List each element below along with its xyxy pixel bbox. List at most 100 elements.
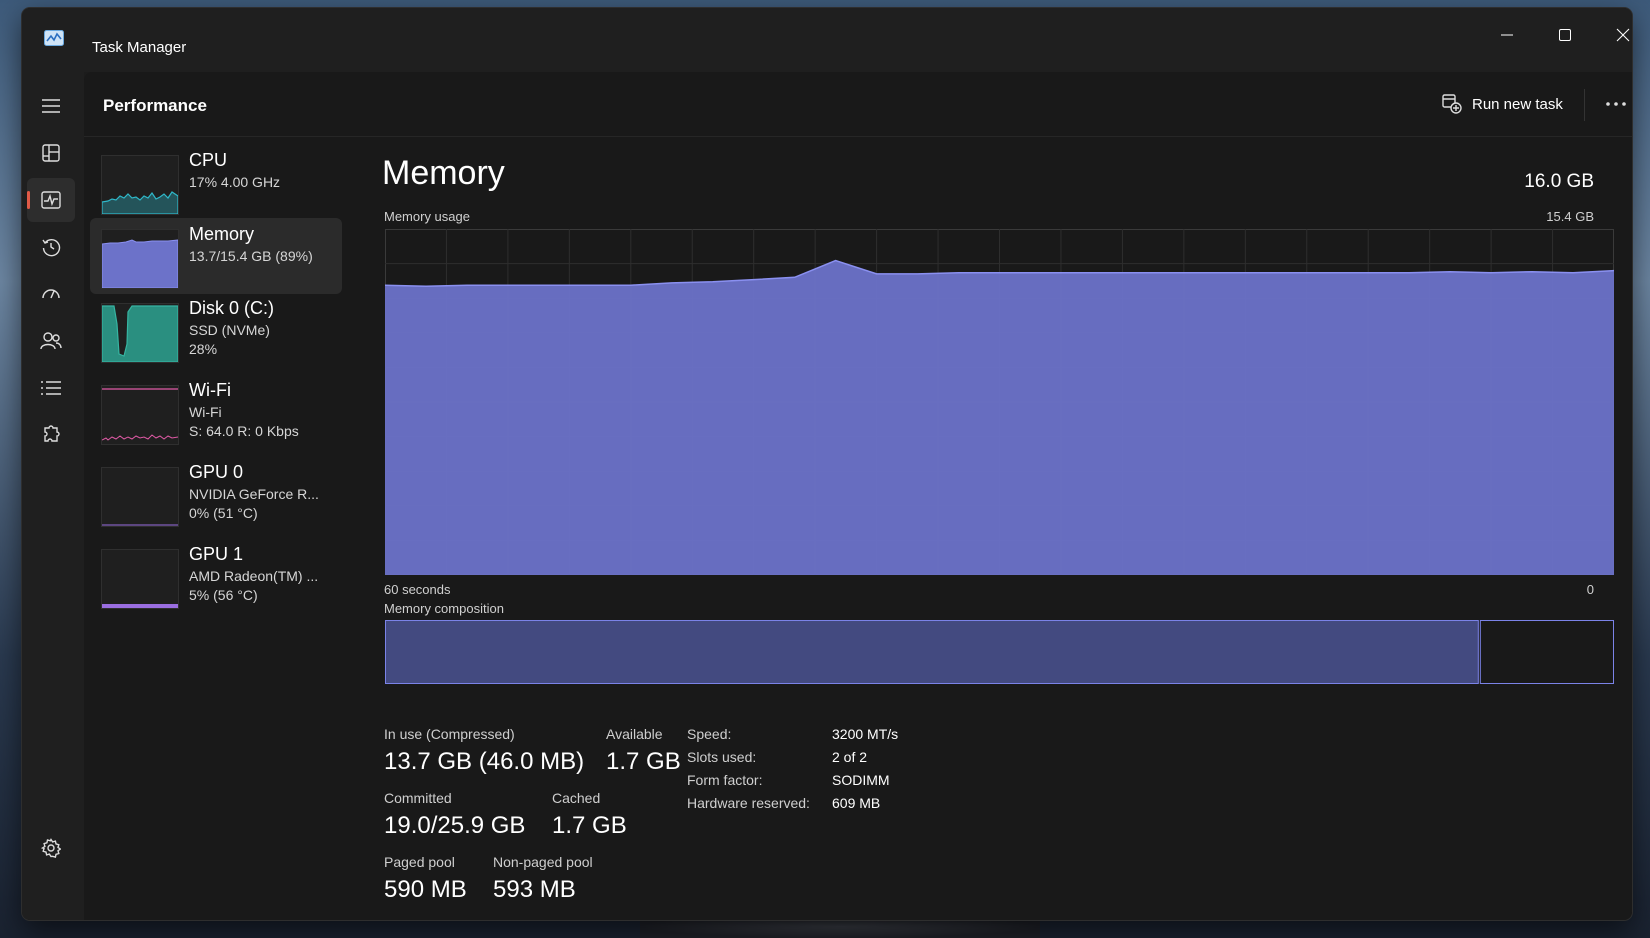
memory-usage-area [385,260,1614,575]
non-paged-pool-value: 593 MB [493,876,576,903]
hamburger-icon [42,99,60,113]
non-paged-pool-label: Non-paged pool [493,854,593,870]
committed-value: 19.0/25.9 GB [384,812,526,839]
composition-available-segment[interactable] [1479,620,1614,684]
memory-usage-label: Memory usage [384,209,470,224]
task-manager-app-icon [44,30,64,46]
cpu-thumbnail [101,155,179,215]
nav-performance-button[interactable] [27,178,75,222]
spec-value: 609 MB [832,795,881,811]
perf-item-disk[interactable]: Disk 0 (C:) SSD (NVMe) 28% [90,292,342,368]
maximize-icon [1559,29,1571,41]
memory-usage-max: 15.4 GB [1546,209,1594,224]
perf-item-detail: NVIDIA GeForce R... [189,486,319,502]
active-nav-indicator [27,191,30,209]
wifi-thumb-graph [102,434,178,441]
perf-item-detail: Wi-Fi [189,404,222,420]
nav-hamburger-button[interactable] [27,84,75,128]
perf-item-name: Disk 0 (C:) [189,298,274,318]
minimize-button[interactable] [1478,8,1536,62]
title-bar[interactable]: Task Manager [22,8,1632,72]
speedometer-icon [42,289,60,299]
maximize-button[interactable] [1536,8,1594,62]
gpu1-thumbnail [101,549,179,609]
perf-item-detail: SSD (NVMe) [189,322,270,338]
memory-heading: Memory [382,154,505,192]
in-use-value: 13.7 GB (46.0 MB) [384,748,585,775]
nav-settings-button[interactable] [27,826,75,870]
wifi-thumbnail [101,385,179,445]
perf-item-detail: 0% (51 °C) [189,505,258,521]
nav-app-history-button[interactable] [27,225,75,269]
spec-value: SODIMM [832,772,890,788]
more-horizontal-icon [1606,102,1626,106]
nav-services-button[interactable] [27,413,75,457]
perf-item-cpu[interactable]: CPU 17% 4.00 GHz [90,144,342,220]
cpu-thumb-graph [102,191,178,214]
disk-thumbnail [101,303,179,363]
main-content: Performance Run new task CPU 17% 4.00 GH… [84,72,1632,920]
gear-icon [41,838,61,858]
spec-value: 2 of 2 [832,749,868,765]
perf-item-detail: S: 64.0 R: 0 Kbps [189,423,299,439]
command-bar-divider [1584,89,1585,121]
cached-value: 1.7 GB [552,812,627,839]
performance-resource-list: CPU 17% 4.00 GHz Memory 13.7/15.4 GB (89… [84,136,346,920]
available-value: 1.7 GB [606,748,681,775]
composition-in-use-segment[interactable] [385,620,1479,684]
history-icon [42,239,61,257]
minimize-icon [1501,34,1513,36]
memory-composition-label: Memory composition [384,601,504,616]
paged-pool-value: 590 MB [384,876,467,903]
spec-key: Form factor: [687,772,763,788]
run-new-task-label: Run new task [1472,95,1563,113]
performance-icon [41,191,61,209]
spec-key: Speed: [687,726,732,742]
perf-item-wifi[interactable]: Wi-Fi Wi-Fi S: 64.0 R: 0 Kbps [90,374,342,450]
window-title: Task Manager [92,39,187,56]
in-use-label: In use (Compressed) [384,726,515,742]
close-icon [1616,28,1630,42]
spec-key: Hardware reserved: [687,795,810,811]
nav-startup-apps-button[interactable] [27,272,75,316]
perf-item-memory[interactable]: Memory 13.7/15.4 GB (89%) [90,218,342,294]
perf-item-detail: 17% 4.00 GHz [189,174,281,190]
more-options-button[interactable] [1596,85,1632,123]
gpu1-thumb-graph [102,604,178,608]
memory-detail-pane: Memory 16.0 GB Memory usage 15.4 GB 60 s… [382,136,1632,920]
perf-item-name: Wi-Fi [189,380,231,400]
perf-item-gpu0[interactable]: GPU 0 NVIDIA GeForce R... 0% (51 °C) [90,456,342,532]
disk-thumb-graph [102,305,178,362]
committed-label: Committed [384,790,452,806]
available-label: Available [606,726,663,742]
memory-total: 16.0 GB [1524,171,1594,192]
navigation-rail [22,72,84,920]
close-button[interactable] [1594,8,1632,62]
spec-key: Slots used: [687,749,757,765]
perf-item-name: Memory [189,224,255,244]
perf-item-gpu1[interactable]: GPU 1 AMD Radeon(TM) ... 5% (56 °C) [90,538,342,614]
perf-item-detail: 28% [189,341,218,357]
nav-details-button[interactable] [27,366,75,410]
perf-item-name: CPU [189,150,228,170]
nav-users-button[interactable] [27,319,75,363]
cached-label: Cached [552,790,601,806]
nav-processes-button[interactable] [27,131,75,175]
details-list-icon [41,381,61,395]
chart-x-left-label: 60 seconds [384,582,451,597]
users-icon [40,332,62,350]
memory-usage-chart [385,229,1614,575]
task-manager-window: Task Manager Performance Run new task CP… [22,8,1632,920]
perf-item-name: GPU 0 [189,462,244,482]
spec-value: 3200 MT/s [832,726,899,742]
run-new-task-button[interactable]: Run new task [1434,85,1578,123]
processes-icon [42,144,60,162]
chart-x-right-label: 0 [1586,582,1594,597]
paged-pool-label: Paged pool [384,854,455,870]
memory-composition-bar [385,620,1614,684]
perf-item-detail: AMD Radeon(TM) ... [189,568,319,584]
perf-item-detail: 5% (56 °C) [189,587,258,603]
memory-thumb-graph [102,239,178,288]
memory-thumbnail [101,229,179,289]
page-title: Performance [103,96,207,115]
